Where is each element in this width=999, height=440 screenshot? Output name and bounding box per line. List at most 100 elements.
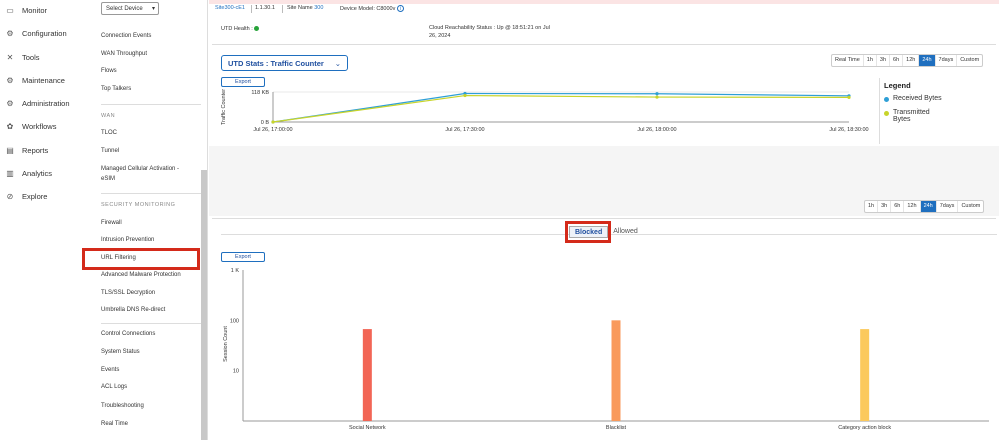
submenu-item-flows[interactable]: Flows — [101, 68, 117, 74]
range-option-6h[interactable]: 6h — [891, 201, 905, 212]
nav-label: Configuration — [22, 28, 67, 38]
legend-item-transmitted[interactable]: Transmitted Bytes — [884, 109, 930, 123]
y-tick-label: 100 — [230, 318, 239, 324]
x-tick-label: Category action block — [838, 425, 891, 431]
submenu-item-intrusion-prevention[interactable]: Intrusion Prevention — [101, 237, 154, 243]
submenu-item-tloc[interactable]: TLOC — [101, 130, 117, 136]
site-label: Site Name — [287, 5, 313, 11]
y-tick-label: 118 KB — [251, 90, 269, 96]
reports-icon: ▤ — [6, 145, 14, 155]
range-option-3h[interactable]: 3h — [877, 55, 891, 66]
export-button-top[interactable]: Export — [221, 77, 265, 87]
submenu-item-system-status[interactable]: System Status — [101, 349, 140, 355]
submenu-item-troubleshooting[interactable]: Troubleshooting — [101, 403, 144, 409]
nav-item-reports[interactable]: ▤ Reports — [4, 143, 48, 157]
legend-item-received[interactable]: Received Bytes — [884, 95, 942, 102]
divider — [212, 44, 996, 45]
highlight-url-filtering — [82, 248, 200, 270]
info-icon[interactable]: i — [396, 5, 404, 12]
range-option-24h[interactable]: 24h — [919, 55, 936, 66]
cloud-status-line1: Cloud Reachability Status : Up @ 18:51:2… — [429, 25, 550, 31]
status-green-icon — [254, 26, 260, 32]
submenu-scrollbar[interactable] — [201, 170, 207, 440]
range-option-1h[interactable]: 1h — [865, 201, 879, 212]
utd-stats-dropdown[interactable]: UTD Stats : Traffic Counter ⌄ — [221, 55, 348, 71]
device-name-link[interactable]: Site300-cE1 — [215, 5, 245, 11]
workflows-icon: ✿ — [6, 121, 14, 131]
range-option-real-time[interactable]: Real Time — [832, 55, 864, 66]
transmitted-dot-icon — [884, 111, 889, 116]
submenu-item-events[interactable]: Events — [101, 367, 119, 373]
range-option-12h[interactable]: 12h — [903, 55, 920, 66]
nav-label: Administration — [22, 98, 70, 108]
x-tick-label: Blacklist — [606, 425, 627, 431]
chevron-down-icon: ▾ — [151, 6, 155, 12]
utd-health-label: UTD Health : — [221, 26, 253, 32]
nav-item-analytics[interactable]: ▥ Analytics — [4, 166, 52, 180]
configuration-icon: ⚙ — [6, 28, 14, 38]
range-option-7days[interactable]: 7days — [936, 55, 958, 66]
utd-stats-label: UTD Stats : Traffic Counter — [228, 58, 324, 68]
submenu-item-connection-events[interactable]: Connection Events — [101, 33, 151, 39]
x-tick-label: Jul 26, 18:00:00 — [637, 127, 676, 133]
url-filtering-session-chart: 10 100 1 K Session Count Social Network Black… — [223, 268, 989, 431]
utd-health: UTD Health : — [221, 26, 260, 32]
nav-item-explore[interactable]: ⊘ Explore — [4, 189, 48, 203]
range-option-12h[interactable]: 12h — [904, 201, 921, 212]
y-tick-label: 0 B — [261, 120, 270, 126]
submenu-item-acl-logs[interactable]: ACL Logs — [101, 384, 127, 390]
legend-transmitted-label-2: Bytes — [893, 116, 911, 123]
nav-item-tools[interactable]: ✕ Tools — [4, 50, 40, 64]
site-info: Site Name 300 — [287, 5, 323, 11]
range-option-6h[interactable]: 6h — [890, 55, 904, 66]
legend-transmitted-label-1: Transmitted — [893, 109, 930, 116]
alert-banner — [209, 0, 999, 4]
received-dot-icon — [884, 97, 889, 102]
time-range-top: Real Time 1h 3h 6h 12h 24h 7days Custom — [831, 54, 984, 67]
nav-item-administration[interactable]: ⚙ Administration — [4, 96, 70, 110]
nav-label: Reports — [22, 145, 49, 155]
submenu-item-wan-throughput[interactable]: WAN Throughput — [101, 51, 147, 57]
range-option-1h[interactable]: 1h — [864, 55, 877, 66]
submenu-item-tls-ssl-decryption[interactable]: TLS/SSL Decryption — [101, 290, 155, 296]
submenu-item-tunnel[interactable]: Tunnel — [101, 148, 119, 154]
monitor-submenu: Connection Events WAN Throughput Flows Top … — [82, 0, 208, 440]
select-device-label: Select Device — [106, 5, 143, 12]
submenu-item-esim[interactable]: eSIM — [101, 176, 115, 182]
range-option-24h[interactable]: 24h — [920, 201, 937, 212]
submenu-divider — [101, 323, 201, 324]
x-tick-label: Social Network — [349, 425, 386, 431]
site-value[interactable]: 300 — [314, 5, 323, 11]
submenu-item-control-connections[interactable]: Control Connections — [101, 331, 155, 337]
submenu-item-real-time[interactable]: Real Time — [101, 421, 128, 427]
nav-label: Tools — [22, 52, 40, 62]
y-tick-label: 10 — [233, 369, 239, 375]
data-point-transmitted-bytes — [463, 93, 467, 98]
submenu-item-advanced-malware-protection[interactable]: Advanced Malware Protection — [101, 272, 181, 278]
data-point-transmitted-bytes — [847, 95, 851, 99]
legend-title: Legend — [884, 81, 911, 90]
range-option-7days[interactable]: 7days — [937, 201, 959, 212]
bar-category-action-block — [860, 329, 870, 421]
submenu-item-firewall[interactable]: Firewall — [101, 220, 122, 226]
cloud-status-line2: 26, 2024 — [429, 33, 451, 39]
range-option-3h[interactable]: 3h — [878, 201, 892, 212]
submenu-item-umbrella-dns-re-direct[interactable]: Umbrella DNS Re-direct — [101, 307, 165, 313]
nav-item-monitor[interactable]: ▭ Monitor — [4, 3, 47, 17]
range-option-custom[interactable]: Custom — [957, 55, 982, 66]
nav-item-workflows[interactable]: ✿ Workflows — [4, 119, 57, 133]
nav-label: Maintenance — [22, 75, 65, 85]
highlight-blocked-tab — [565, 221, 611, 243]
nav-item-maintenance[interactable]: ⚙ Maintenance — [4, 73, 65, 87]
main-content: Site300-cE1 1.1.30.1 Site Name 300 Devic… — [209, 0, 999, 440]
device-model: Device Model: C8000v i — [340, 5, 404, 12]
nav-item-configuration[interactable]: ⚙ Configuration — [4, 26, 67, 40]
data-point-received-bytes — [655, 92, 659, 96]
export-button-bottom[interactable]: Export — [221, 252, 265, 262]
range-option-custom[interactable]: Custom — [958, 201, 983, 212]
submenu-section-wan: WAN — [101, 113, 116, 119]
tab-allowed[interactable]: Allowed — [608, 226, 643, 238]
submenu-item-managed-cellular-activation[interactable]: Managed Cellular Activation - — [101, 166, 179, 172]
select-device-dropdown[interactable]: Select Device ▾ — [101, 2, 159, 15]
submenu-item-top-talkers[interactable]: Top Talkers — [101, 86, 131, 92]
